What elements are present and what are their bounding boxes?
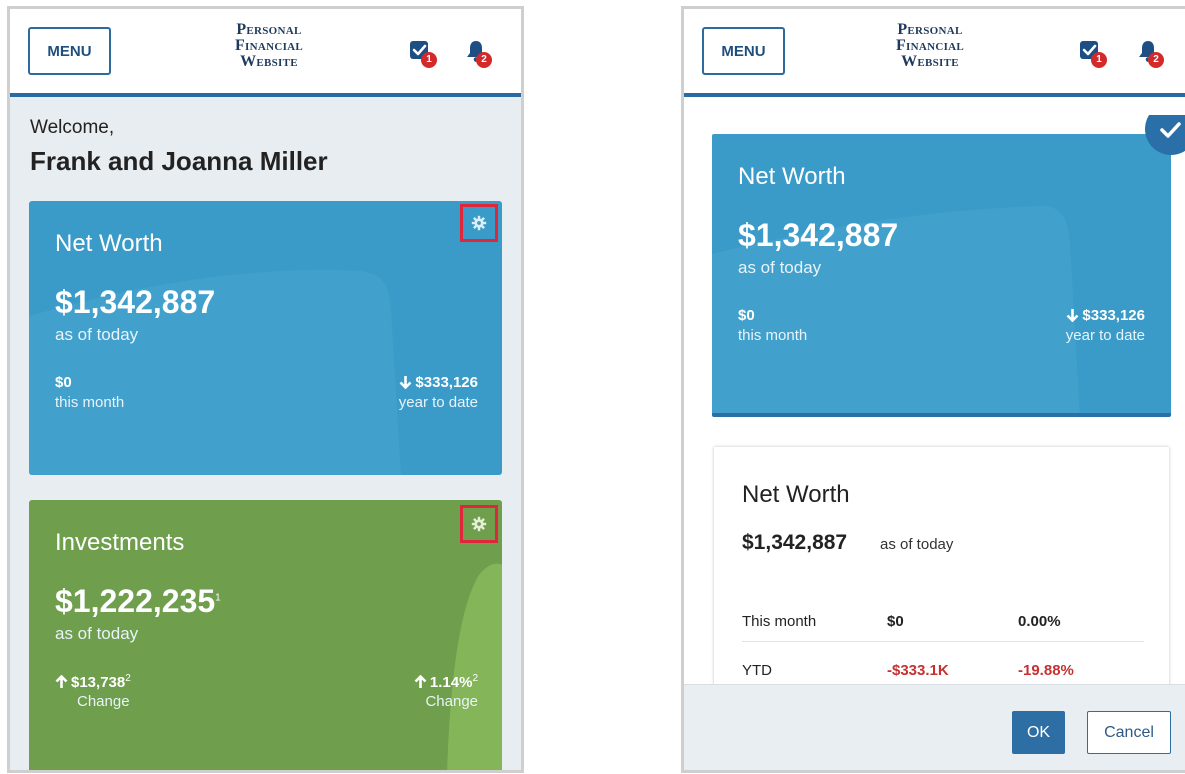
net-worth-detail-panel: Net Worth $1,342,887 as of today This mo… bbox=[714, 447, 1169, 697]
month-change-label: this month bbox=[738, 327, 808, 344]
notifications-badge: 2 bbox=[1148, 52, 1164, 68]
app-header: MENU Personal Financial Website 1 2 bbox=[684, 9, 1185, 97]
brand-line: Financial bbox=[234, 37, 304, 54]
menu-button[interactable]: MENU bbox=[702, 27, 785, 75]
welcome-text: Welcome, bbox=[30, 117, 115, 138]
percent-change-label: Change bbox=[425, 693, 478, 710]
month-change-value: $0 bbox=[738, 307, 755, 324]
row-label: YTD bbox=[742, 662, 772, 679]
widget-settings-screen: MENU Personal Financial Website 1 2 Net … bbox=[681, 6, 1185, 773]
row-percent: 0.00% bbox=[1018, 613, 1061, 630]
dialog-footer: OK Cancel bbox=[684, 684, 1185, 770]
brand-logo[interactable]: Personal Financial Website bbox=[209, 22, 329, 70]
checkmark-icon bbox=[1145, 115, 1185, 155]
user-name: Frank and Joanna Miller bbox=[30, 146, 328, 176]
table-row: This month $0 0.00% bbox=[742, 602, 1144, 642]
tasks-badge: 1 bbox=[1091, 52, 1107, 68]
tasks-button[interactable]: 1 bbox=[1076, 37, 1112, 73]
as-of-label: as of today bbox=[738, 258, 822, 277]
footnote-marker: 1 bbox=[215, 592, 221, 604]
arrow-up-icon bbox=[414, 674, 427, 688]
ytd-change-label: year to date bbox=[1065, 327, 1145, 344]
tasks-button[interactable]: 1 bbox=[406, 37, 442, 73]
gear-icon bbox=[471, 215, 487, 231]
menu-button[interactable]: MENU bbox=[28, 27, 111, 75]
brand-logo[interactable]: Personal Financial Website bbox=[870, 22, 990, 70]
card-amount: $1,342,887 bbox=[738, 217, 899, 253]
arrow-up-icon bbox=[55, 674, 68, 688]
cancel-button[interactable]: Cancel bbox=[1087, 711, 1171, 754]
row-value: $0 bbox=[887, 613, 904, 630]
panel-as-of: as of today bbox=[880, 536, 954, 553]
panel-amount: $1,342,887 bbox=[742, 531, 848, 554]
row-percent: -19.88% bbox=[1018, 662, 1074, 679]
footnote-marker: 2 bbox=[125, 673, 131, 684]
net-worth-card-selected[interactable]: Net Worth $1,342,887 as of today $0 this… bbox=[712, 134, 1171, 417]
card-title: Investments bbox=[55, 529, 185, 556]
brand-line: Website bbox=[240, 53, 298, 70]
dashboard-screen: MENU Personal Financial Website 1 2 Welc… bbox=[7, 6, 524, 773]
arrow-down-icon bbox=[400, 376, 412, 390]
brand-line: Website bbox=[901, 53, 959, 70]
ytd-change-value: $333,126 bbox=[1082, 307, 1145, 324]
card-amount: $1,222,2351 bbox=[55, 583, 221, 620]
brand-line: Personal bbox=[236, 21, 302, 38]
investments-settings-button[interactable] bbox=[460, 505, 498, 543]
gear-icon bbox=[471, 516, 487, 532]
card-amount: $1,342,887 bbox=[55, 284, 216, 320]
as-of-label: as of today bbox=[55, 325, 139, 344]
app-header: MENU Personal Financial Website 1 2 bbox=[10, 9, 521, 97]
notifications-button[interactable]: 2 bbox=[462, 37, 498, 73]
ytd-change-value: $333,126 bbox=[415, 374, 478, 391]
ytd-change: $333,126 bbox=[399, 374, 478, 391]
net-worth-card[interactable]: Net Worth $1,342,887 as of today $0 this… bbox=[29, 201, 502, 475]
amount-change-value: $13,738 bbox=[71, 674, 126, 691]
investments-amount-value: $1,222,235 bbox=[55, 583, 216, 619]
brand-line: Financial bbox=[895, 37, 965, 54]
panel-title: Net Worth bbox=[742, 481, 850, 508]
month-change-value: $0 bbox=[55, 374, 72, 391]
amount-change: $13,7382 bbox=[55, 673, 131, 691]
amount-change-label: Change bbox=[77, 693, 130, 710]
card-title: Net Worth bbox=[55, 230, 163, 257]
ytd-change-label: year to date bbox=[398, 394, 478, 411]
percent-change: 1.14%2 bbox=[414, 673, 478, 691]
tasks-badge: 1 bbox=[421, 52, 437, 68]
row-label: This month bbox=[742, 613, 817, 630]
card-title: Net Worth bbox=[738, 163, 846, 190]
arrow-down-icon bbox=[1067, 309, 1079, 323]
notifications-button[interactable]: 2 bbox=[1134, 37, 1170, 73]
brand-line: Personal bbox=[897, 21, 963, 38]
net-worth-settings-button[interactable] bbox=[460, 204, 498, 242]
as-of-label: as of today bbox=[55, 624, 139, 643]
ok-button[interactable]: OK bbox=[1012, 711, 1065, 754]
percent-change-value: 1.14% bbox=[429, 674, 473, 691]
notifications-badge: 2 bbox=[476, 52, 492, 68]
row-value: -$333.1K bbox=[887, 662, 949, 679]
month-change-label: this month bbox=[55, 394, 125, 411]
ytd-change: $333,126 bbox=[1066, 307, 1145, 324]
investments-card[interactable]: Investments $1,222,2351 as of today $13,… bbox=[29, 500, 502, 770]
footnote-marker: 2 bbox=[472, 673, 478, 684]
